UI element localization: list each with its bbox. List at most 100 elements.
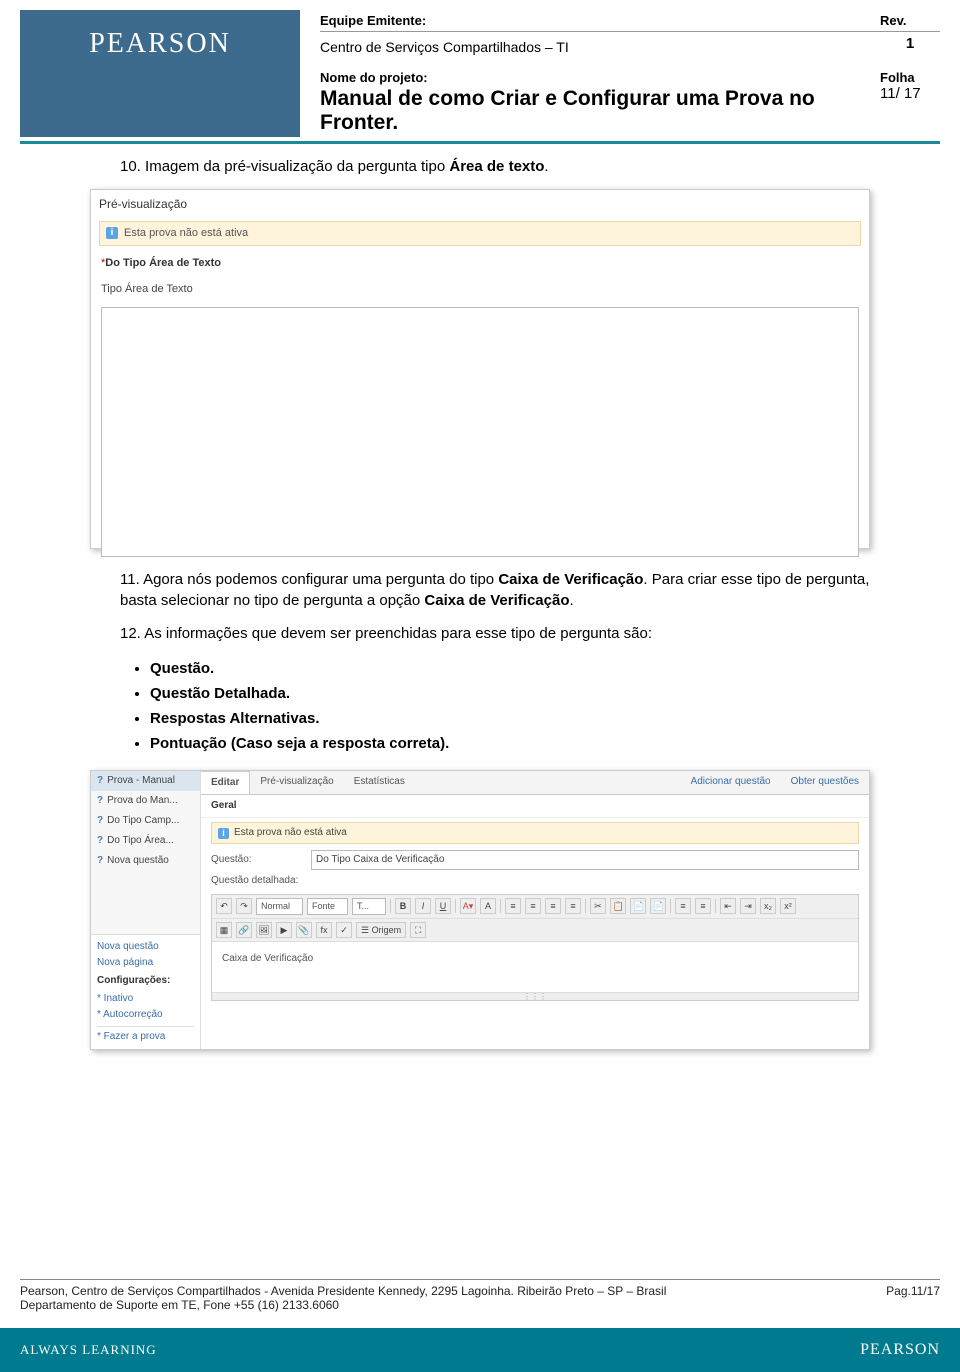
footer-line1: Pearson, Centro de Serviços Compartilhad…: [20, 1284, 876, 1298]
format-select[interactable]: Normal: [256, 898, 303, 915]
questao-label: Questão:: [211, 853, 311, 867]
equation-icon[interactable]: fx: [316, 922, 332, 938]
sidebar-item-prova-manual[interactable]: ? Prova - Manual: [91, 771, 200, 791]
question-icon: ?: [97, 794, 103, 808]
document-body: 10. Imagem da pré-visualização da pergun…: [0, 144, 960, 1050]
table-icon[interactable]: ▦: [216, 922, 232, 938]
indent-icon[interactable]: ⇥: [740, 898, 756, 914]
tab-estatisticas[interactable]: Estatísticas: [344, 771, 415, 794]
link-autocorrecao[interactable]: * Autocorreção: [97, 1007, 194, 1023]
bullet-2: Questão Detalhada.: [150, 681, 870, 706]
link-nova-questao[interactable]: Nova questão: [97, 939, 194, 955]
highlight-icon[interactable]: A: [480, 898, 496, 914]
resize-grip[interactable]: ⋮⋮⋮: [212, 992, 858, 1000]
link-fazer-prova[interactable]: * Fazer a prova: [97, 1026, 194, 1045]
undo-icon[interactable]: ↶: [216, 898, 232, 914]
p10-text-b: .: [544, 158, 548, 175]
superscript-icon[interactable]: x²: [780, 898, 796, 914]
link-adicionar-questao[interactable]: Adicionar questão: [681, 771, 781, 794]
italic-icon[interactable]: I: [415, 898, 431, 914]
screenshot-preview-textarea: Pré-visualização i Esta prova não está a…: [90, 189, 870, 549]
qdet-label: Questão detalhada:: [211, 874, 298, 888]
footer-line2: Departamento de Suporte em TE, Fone +55 …: [20, 1298, 876, 1312]
main-panel: Editar Pré-visualização Estatísticas Adi…: [201, 771, 869, 1049]
sidebar-item-tipo-camp[interactable]: ?Do Tipo Camp...: [91, 811, 200, 831]
list-ol-icon[interactable]: ≡: [675, 898, 691, 914]
cut-icon[interactable]: ✂: [590, 898, 606, 914]
row-questao-detalhada: Questão detalhada:: [201, 872, 869, 890]
sidebar-item-label: Prova do Man...: [107, 794, 178, 808]
separator: [455, 899, 456, 913]
copy-icon[interactable]: 📋: [610, 898, 626, 914]
link-inativo[interactable]: * Inativo: [97, 991, 194, 1007]
align-left-icon[interactable]: ≡: [505, 898, 521, 914]
link-obter-questoes[interactable]: Obter questões: [781, 771, 869, 794]
header-info-block: Equipe Emitente: Rev. Centro de Serviços…: [300, 10, 940, 137]
sidebar-item-label: Prova - Manual: [107, 774, 175, 788]
sidebar: ?Prova - Manual ?Prova do Man... ?Do Tip…: [91, 771, 201, 1049]
rev-value: 1: [880, 35, 940, 59]
p10-num: 10.: [120, 158, 141, 175]
info-banner: i Esta prova não está ativa: [99, 221, 861, 246]
pearson-footer-logo: PEARSON: [860, 1341, 940, 1359]
question-subtitle: Tipo Área de Texto: [91, 280, 869, 303]
align-center-icon[interactable]: ≡: [525, 898, 541, 914]
paste-text-icon[interactable]: 📄: [650, 898, 666, 914]
redo-icon[interactable]: ↷: [236, 898, 252, 914]
question-icon: ?: [97, 854, 103, 868]
bullet-3: Respostas Alternativas.: [150, 706, 870, 731]
fullscreen-icon[interactable]: ⛶: [410, 922, 426, 938]
bold-icon[interactable]: B: [395, 898, 411, 914]
list-ul-icon[interactable]: ≡: [695, 898, 711, 914]
team-label: Equipe Emitente:: [320, 13, 880, 28]
media-icon[interactable]: ▶: [276, 922, 292, 938]
sidebar-item-label: Do Tipo Área...: [107, 834, 174, 848]
sidebar-item-prova-man[interactable]: ? Prova do Man...: [91, 791, 200, 811]
project-label: Nome do projeto:: [320, 70, 880, 85]
size-select[interactable]: T...: [352, 898, 386, 915]
document-header: PEARSON Equipe Emitente: Rev. Centro de …: [0, 0, 960, 137]
separator: [715, 899, 716, 913]
footer-text: Pearson, Centro de Serviços Compartilhad…: [20, 1279, 940, 1312]
underline-icon[interactable]: U: [435, 898, 451, 914]
image-icon[interactable]: 🖼: [256, 922, 272, 938]
font-select[interactable]: Fonte: [307, 898, 348, 915]
textarea-field[interactable]: [101, 307, 859, 557]
separator: [585, 899, 586, 913]
align-justify-icon[interactable]: ≡: [565, 898, 581, 914]
paragraph-11: 11. Agora nós podemos configurar uma per…: [90, 569, 870, 611]
question-icon: ?: [97, 774, 103, 788]
paragraph-12: 12. As informações que devem ser preench…: [90, 623, 870, 644]
separator: [500, 899, 501, 913]
tab-bar: Editar Pré-visualização Estatísticas Adi…: [201, 771, 869, 795]
team-value: Centro de Serviços Compartilhados – TI: [320, 35, 880, 59]
config-label: Configurações:: [97, 971, 194, 991]
bullet-1: Questão.: [150, 656, 870, 681]
outdent-icon[interactable]: ⇤: [720, 898, 736, 914]
info-icon: i: [106, 227, 118, 239]
spellcheck-icon[interactable]: ✓: [336, 922, 352, 938]
link-nova-pagina[interactable]: Nova página: [97, 955, 194, 971]
link-icon[interactable]: 🔗: [236, 922, 252, 938]
page-label: Folha: [880, 70, 940, 85]
align-right-icon[interactable]: ≡: [545, 898, 561, 914]
question-label: *Do Tipo Área de Texto: [91, 248, 869, 279]
p10-bold: Área de texto: [449, 158, 544, 175]
sidebar-item-nova-questao[interactable]: ?Nova questão: [91, 851, 200, 871]
separator: [670, 899, 671, 913]
footer-page: Pag.11/17: [876, 1284, 940, 1312]
source-button[interactable]: ☰ Origem: [356, 922, 406, 938]
preview-title: Pré-visualização: [91, 190, 869, 219]
footer-bar: ALWAYS LEARNING PEARSON: [0, 1328, 960, 1372]
attach-icon[interactable]: 📎: [296, 922, 312, 938]
paste-icon[interactable]: 📄: [630, 898, 646, 914]
questao-input[interactable]: Do Tipo Caixa de Verificação: [311, 850, 859, 870]
tab-editar[interactable]: Editar: [201, 771, 250, 794]
text-color-icon[interactable]: A▾: [460, 898, 476, 914]
p12-text: As informações que devem ser preenchidas…: [141, 625, 652, 642]
editor-content[interactable]: Caixa de Verificação: [212, 942, 858, 992]
subscript-icon[interactable]: x₂: [760, 898, 776, 914]
sidebar-item-tipo-area[interactable]: ?Do Tipo Área...: [91, 831, 200, 851]
rev-label: Rev.: [880, 13, 940, 28]
tab-previsualizacao[interactable]: Pré-visualização: [250, 771, 343, 794]
